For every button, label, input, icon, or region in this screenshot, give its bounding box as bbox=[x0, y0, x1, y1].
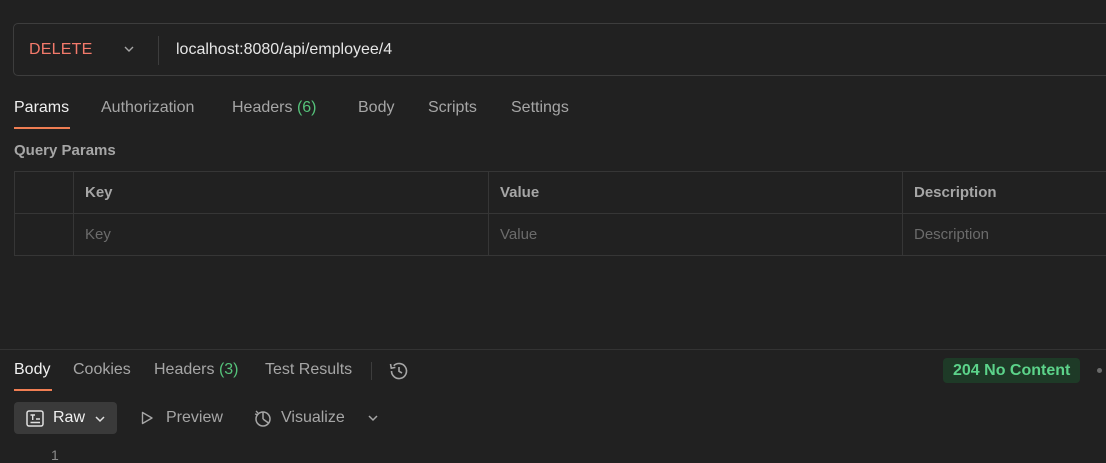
panel-divider[interactable] bbox=[0, 349, 1106, 350]
checkbox-column-header bbox=[15, 172, 74, 214]
row-checkbox-cell bbox=[15, 214, 74, 256]
divider bbox=[371, 362, 372, 380]
tab-label: Headers bbox=[154, 361, 214, 378]
description-input[interactable] bbox=[914, 226, 1106, 243]
tab-label: Body bbox=[358, 99, 394, 116]
description-cell bbox=[903, 214, 1106, 256]
chevron-down-icon[interactable] bbox=[123, 43, 135, 55]
raw-view-button[interactable]: Raw bbox=[14, 402, 117, 434]
table-header-row: Key Value Description bbox=[15, 172, 1106, 214]
tab-label: Body bbox=[14, 361, 50, 378]
tab-authorization[interactable]: Authorization bbox=[101, 99, 194, 117]
tab-label: Headers bbox=[232, 99, 292, 116]
tab-label: Cookies bbox=[73, 361, 131, 378]
tab-response-headers[interactable]: Headers (3) bbox=[154, 361, 239, 379]
key-input[interactable] bbox=[85, 226, 477, 243]
raw-format-icon bbox=[26, 410, 44, 427]
visualize-icon bbox=[253, 408, 273, 428]
chevron-down-icon[interactable] bbox=[367, 412, 379, 424]
tab-settings[interactable]: Settings bbox=[511, 99, 569, 117]
history-icon[interactable] bbox=[387, 359, 411, 383]
visualize-button[interactable]: Visualize bbox=[251, 402, 351, 434]
tab-label: Test Results bbox=[265, 361, 352, 378]
request-url-bar: DELETE bbox=[13, 23, 1106, 76]
key-cell bbox=[74, 214, 489, 256]
status-text: No Content bbox=[984, 362, 1070, 379]
url-input[interactable] bbox=[176, 34, 1076, 66]
headers-count: (3) bbox=[219, 361, 239, 378]
status-code: 204 bbox=[953, 362, 980, 379]
tab-response-body[interactable]: Body bbox=[14, 361, 50, 379]
tab-body[interactable]: Body bbox=[358, 99, 394, 117]
preview-button[interactable]: Preview bbox=[138, 402, 233, 434]
method-selector[interactable]: DELETE bbox=[29, 41, 92, 59]
preview-label: Preview bbox=[166, 409, 223, 427]
dot-separator bbox=[1097, 368, 1102, 373]
tab-label: Authorization bbox=[101, 99, 194, 116]
tab-headers[interactable]: Headers (6) bbox=[232, 99, 317, 117]
column-header-description: Description bbox=[903, 172, 1106, 214]
status-badge[interactable]: 204 No Content bbox=[943, 358, 1080, 383]
headers-count: (6) bbox=[297, 99, 317, 116]
raw-label: Raw bbox=[53, 409, 85, 427]
value-input[interactable] bbox=[500, 226, 891, 243]
column-header-value: Value bbox=[489, 172, 903, 214]
visualize-label: Visualize bbox=[281, 409, 345, 427]
tab-label: Settings bbox=[511, 99, 569, 116]
tab-label: Scripts bbox=[428, 99, 477, 116]
tab-scripts[interactable]: Scripts bbox=[428, 99, 477, 117]
value-cell bbox=[489, 214, 903, 256]
query-params-title: Query Params bbox=[14, 142, 116, 159]
tab-test-results[interactable]: Test Results bbox=[265, 361, 352, 379]
query-params-table: Key Value Description bbox=[14, 171, 1106, 256]
chevron-down-icon bbox=[94, 413, 106, 425]
active-tab-indicator bbox=[14, 127, 70, 129]
tab-params[interactable]: Params bbox=[14, 99, 69, 117]
tab-cookies[interactable]: Cookies bbox=[73, 361, 131, 379]
column-header-key: Key bbox=[74, 172, 489, 214]
play-icon bbox=[140, 411, 154, 425]
divider bbox=[158, 36, 159, 65]
table-row bbox=[15, 214, 1106, 256]
tab-label: Params bbox=[14, 99, 69, 116]
line-number: 1 bbox=[51, 447, 59, 463]
active-tab-indicator bbox=[14, 389, 52, 391]
